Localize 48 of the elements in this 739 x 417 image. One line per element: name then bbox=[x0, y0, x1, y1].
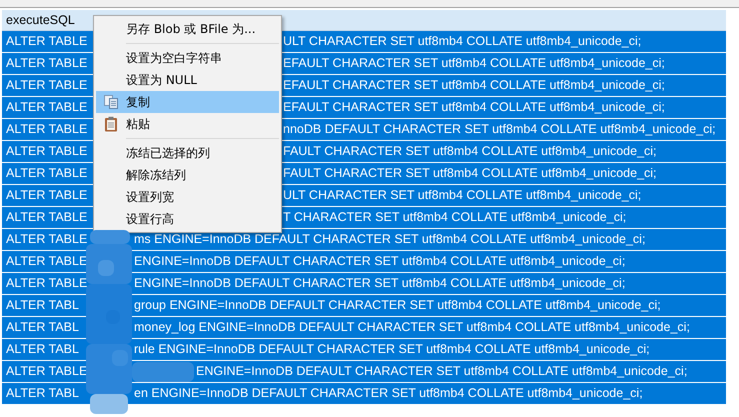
menu-item[interactable]: 复制 bbox=[96, 91, 279, 113]
cell-text: ALTER TABLE bbox=[5, 231, 88, 248]
cell-text: group ENGINE=InnoDB DEFAULT CHARACTER SET utf8mb4 COLLATE utf8mb4_unicode_ci; bbox=[134, 297, 661, 314]
cell-text: ALTER TABLE bbox=[5, 55, 88, 72]
table-row[interactable]: ALTER TABL en ENGINE=InnoDB DEFAULT CHARACTER SET utf8mb4 COLLATE utf8mb4_unicode_ci; bbox=[2, 383, 726, 405]
table-row[interactable]: ALTER TABL rule ENGINE=InnoDB DEFAULT CHARACTER SET utf8mb4 COLLATE utf8mb4_unicode_ci; bbox=[2, 339, 726, 361]
menu-item[interactable]: 冻结已选择的列 bbox=[96, 142, 279, 164]
cell-text: FAULT CHARACTER SET utf8mb4 COLLATE utf8mb4_unicode_ci; bbox=[283, 143, 657, 160]
cell-text: ULT CHARACTER SET utf8mb4 COLLATE utf8mb4_unicode_ci; bbox=[283, 33, 642, 50]
table-row[interactable]: ALTER TABLE ms ENGINE=InnoDB DEFAULT CHARACTER SET utf8mb4 COLLATE utf8mb4_unicode_ci; bbox=[2, 229, 726, 251]
table-row[interactable]: ALTER TABLE ENGINE=InnoDB DEFAULT CHARACTER SET utf8mb4 COLLATE utf8mb4_unicode_ci; bbox=[2, 251, 726, 273]
cell-text: ms ENGINE=InnoDB DEFAULT CHARACTER SET utf8mb4 COLLATE utf8mb4_unicode_ci; bbox=[134, 231, 646, 248]
cell-text: ALTER TABL bbox=[5, 341, 79, 358]
cell-text: ALTER TABLE bbox=[5, 33, 88, 50]
table-row[interactable]: ALTER TABLE ENGINE=InnoDB DEFAULT CHARACTER SET utf8mb4 COLLATE utf8mb4_unicode_ci; bbox=[2, 273, 726, 295]
cell-text: ALTER TABLE bbox=[5, 187, 88, 204]
cell-text: en ENGINE=InnoDB DEFAULT CHARACTER SET utf8mb4 COLLATE utf8mb4_unicode_ci; bbox=[134, 385, 643, 402]
cell-text: ULT CHARACTER SET utf8mb4 COLLATE utf8mb4_unicode_ci; bbox=[283, 187, 642, 204]
cell-text: ALTER TABL bbox=[5, 297, 79, 314]
cell-text: rule ENGINE=InnoDB DEFAULT CHARACTER SET utf8mb4 COLLATE utf8mb4_unicode_ci; bbox=[134, 341, 650, 358]
cell-text: ALTER TABLE bbox=[5, 209, 88, 226]
cell-text: T CHARACTER SET utf8mb4 COLLATE utf8mb4_unicode_ci; bbox=[283, 209, 626, 226]
cell-text: ALTER TABLE bbox=[5, 121, 88, 138]
menu-item[interactable]: 设置列宽 bbox=[96, 186, 279, 208]
table-row[interactable]: ALTER TABL money_log ENGINE=InnoDB DEFAULT CHARACTER SET utf8mb4 COLLATE utf8mb4_unicode_ci; bbox=[2, 317, 726, 339]
cell-text: money_log ENGINE=InnoDB DEFAULT CHARACTER SET utf8mb4 COLLATE utf8mb4_unicode_ci; bbox=[134, 319, 690, 336]
cell-text: ALTER TABLE bbox=[5, 99, 88, 116]
menu-item[interactable]: 设置行高 bbox=[96, 208, 279, 230]
cell-text: ALTER TABLE bbox=[5, 253, 88, 270]
cell-text: EFAULT CHARACTER SET utf8mb4 COLLATE utf8mb4_unicode_ci; bbox=[283, 55, 665, 72]
clipboard-icon bbox=[103, 116, 119, 132]
cell-text: ALTER TABLE bbox=[5, 165, 88, 182]
cell-text: ALTER TABLE bbox=[5, 363, 88, 380]
menu-item[interactable]: 解除冻结列 bbox=[96, 164, 279, 186]
cell-text: ALTER TABL bbox=[5, 319, 79, 336]
cell-text: FAULT CHARACTER SET utf8mb4 COLLATE utf8mb4_unicode_ci; bbox=[283, 165, 657, 182]
cell-text: ALTER TABLE bbox=[5, 275, 88, 292]
cell-text: EFAULT CHARACTER SET utf8mb4 COLLATE utf8mb4_unicode_ci; bbox=[283, 77, 665, 94]
cell-text: ENGINE=InnoDB DEFAULT CHARACTER SET utf8mb4 COLLATE utf8mb4_unicode_ci; bbox=[196, 363, 688, 380]
cell-text: EFAULT CHARACTER SET utf8mb4 COLLATE utf8mb4_unicode_ci; bbox=[283, 99, 665, 116]
cell-text: ENGINE=InnoDB DEFAULT CHARACTER SET utf8mb4 COLLATE utf8mb4_unicode_ci; bbox=[134, 253, 626, 270]
cell-text: ALTER TABLE bbox=[5, 77, 88, 94]
cell-text: nnoDB DEFAULT CHARACTER SET utf8mb4 COLLATE utf8mb4_unicode_ci; bbox=[283, 121, 716, 138]
documents-icon bbox=[103, 94, 119, 110]
cell-text: ENGINE=InnoDB DEFAULT CHARACTER SET utf8mb4 COLLATE utf8mb4_unicode_ci; bbox=[134, 275, 626, 292]
cell-text: ALTER TABL bbox=[5, 385, 79, 402]
table-row[interactable]: ALTER TABL group ENGINE=InnoDB DEFAULT CHARACTER SET utf8mb4 COLLATE utf8mb4_unicode_ci; bbox=[2, 295, 726, 317]
cell-text: ALTER TABLE bbox=[5, 143, 88, 160]
